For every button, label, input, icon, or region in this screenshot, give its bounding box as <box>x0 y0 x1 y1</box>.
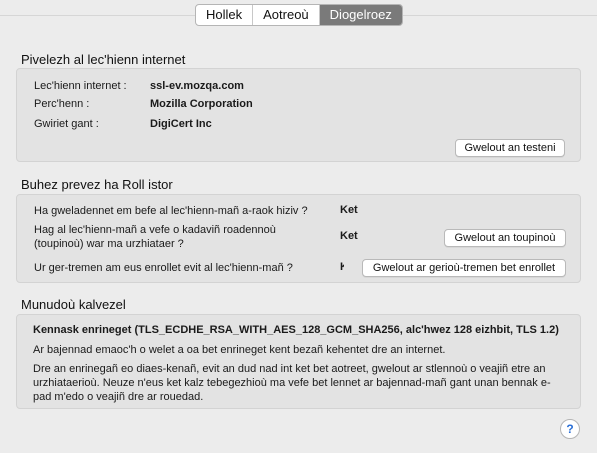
website-value: ssl-ev.mozqa.com <box>150 80 244 92</box>
passwords-answer: Ket <box>340 261 344 273</box>
identity-section-title: Pivelezh al lec'hienn internet <box>21 52 186 67</box>
tab-general[interactable]: Hollek <box>196 5 254 25</box>
encryption-details: Dre an enrinegañ eo diaes-kenañ, evit an… <box>33 363 551 403</box>
verifier-label: Gwiriet gant : <box>34 118 99 130</box>
privacy-section-title: Buhez prevez ha Roll istor <box>21 177 173 192</box>
visited-answer: Ket <box>340 204 358 216</box>
passwords-question: Ur ger-tremen am eus enrollet evit al le… <box>34 262 293 274</box>
view-passwords-button[interactable]: Gwelout ar gerioù-tremen bet enrollet <box>362 259 566 277</box>
tab-permissions[interactable]: Aotreoù <box>253 5 320 25</box>
encryption-summary: Kennask enrineget (TLS_ECDHE_RSA_WITH_AE… <box>33 324 559 336</box>
cookies-answer: Ket <box>340 230 358 242</box>
identity-panel: Lec'hienn internet : ssl-ev.mozqa.com Pe… <box>16 68 581 162</box>
view-certificate-button[interactable]: Gwelout an testeni <box>455 139 565 157</box>
owner-label: Perc'henn : <box>34 98 90 110</box>
toolbar-divider-right <box>403 15 597 16</box>
tab-bar: Hollek Aotreoù Diogelroez <box>195 4 403 26</box>
website-label: Lec'hienn internet : <box>34 80 127 92</box>
privacy-panel: Ha gweladennet em befe al lec'hienn-mañ … <box>16 194 581 283</box>
owner-value: Mozilla Corporation <box>150 98 253 110</box>
toolbar-divider-left <box>0 15 195 16</box>
verifier-value: DigiCert Inc <box>150 118 212 130</box>
tab-security[interactable]: Diogelroez <box>319 5 402 25</box>
help-button[interactable]: ? <box>560 419 580 439</box>
view-cookies-button[interactable]: Gwelout an toupinoù <box>444 229 566 247</box>
encryption-explanation: Ar bajennad emaoc'h o welet a oa bet enr… <box>33 344 446 356</box>
help-icon: ? <box>566 422 574 436</box>
cookies-question: Hag al lec'hienn-mañ a vefe o kadaviñ ro… <box>34 224 276 250</box>
visited-question: Ha gweladennet em befe al lec'hienn-mañ … <box>34 205 308 217</box>
technical-section-title: Munudoù kalvezel <box>21 297 126 312</box>
